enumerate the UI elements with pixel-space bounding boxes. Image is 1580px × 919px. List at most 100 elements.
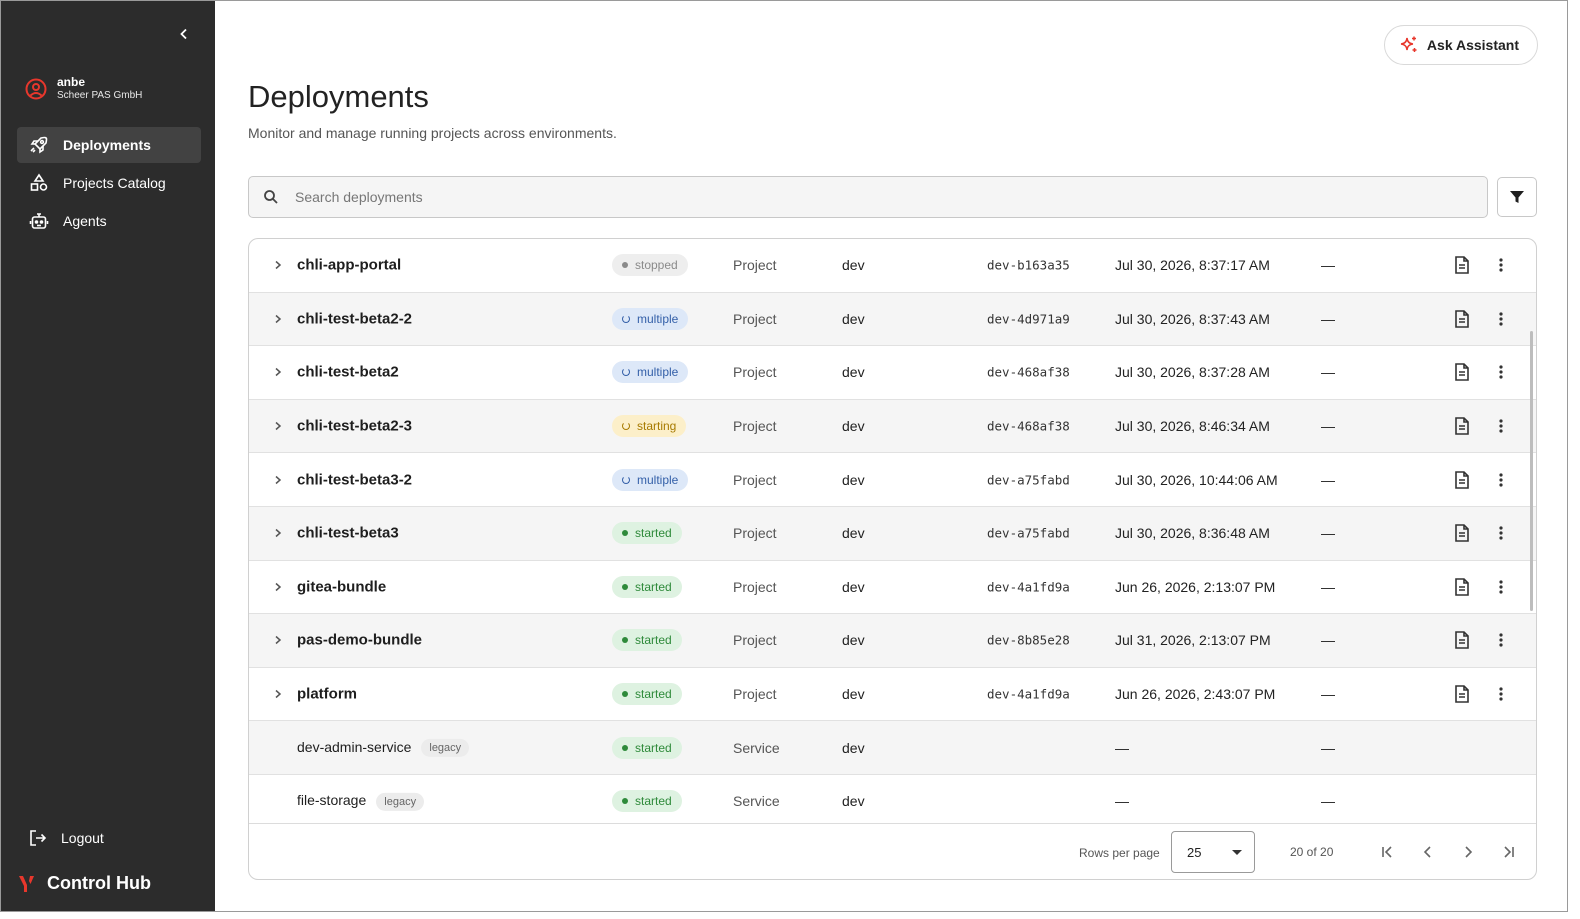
- view-logs-button[interactable]: [1452, 523, 1472, 543]
- expand-row-button[interactable]: [271, 687, 285, 701]
- table-row[interactable]: dev-admin-service legacy started Service dev…: [249, 721, 1536, 775]
- status-dot-icon: [622, 798, 628, 805]
- expand-row-button[interactable]: [271, 633, 285, 647]
- chevron-left-icon: [1423, 846, 1431, 858]
- logout-button[interactable]: Logout: [29, 829, 104, 847]
- ask-assistant-button[interactable]: Ask Assistant: [1383, 25, 1538, 65]
- status-dot-icon: [622, 530, 628, 537]
- status-badge: stopped: [612, 254, 688, 277]
- page-title: Deployments: [248, 79, 429, 114]
- table-row[interactable]: file-storage legacy started Service dev — —: [249, 775, 1536, 823]
- sidebar-item-label: Agents: [63, 213, 107, 229]
- last-page-icon: [1504, 846, 1514, 858]
- expand-row-button[interactable]: [271, 473, 285, 487]
- table-row[interactable]: chli-app-portal stopped Project dev dev-b163…: [249, 239, 1536, 293]
- status-dot-icon: [622, 583, 628, 590]
- collapse-sidebar-button[interactable]: [173, 23, 195, 45]
- status-text: started: [635, 526, 672, 541]
- view-logs-button[interactable]: [1452, 470, 1472, 490]
- user-org: Scheer PAS GmbH: [57, 90, 143, 101]
- chevron-right-icon: [275, 689, 282, 699]
- view-logs-button[interactable]: [1452, 309, 1472, 329]
- view-logs-button[interactable]: [1452, 362, 1472, 382]
- deployment-name[interactable]: chli-app-portal: [297, 257, 401, 274]
- table-row[interactable]: gitea-bundle started Project dev dev-4a1fd9a…: [249, 561, 1536, 615]
- deployment-name-text: chli-test-beta2-3: [297, 417, 413, 435]
- expand-row-button[interactable]: [271, 365, 285, 379]
- table-row[interactable]: chli-test-beta2-3 starting Project dev dev-4…: [249, 399, 1536, 454]
- deployment-name[interactable]: gitea-bundle: [297, 578, 386, 595]
- table-row[interactable]: pas-demo-bundle started Project dev dev-8b85…: [249, 614, 1536, 668]
- expand-row-button[interactable]: [271, 258, 285, 272]
- expand-row-button[interactable]: [271, 419, 285, 433]
- deployment-name[interactable]: file-storage legacy: [297, 792, 425, 811]
- row-actions-button[interactable]: [1493, 364, 1509, 380]
- filter-button[interactable]: [1497, 177, 1537, 217]
- deployment-name[interactable]: chli-test-beta2: [297, 364, 399, 381]
- deployment-name-text: platform: [297, 685, 357, 703]
- next-page-button[interactable]: [1456, 840, 1480, 864]
- user-profile[interactable]: anbe Scheer PAS GmbH: [25, 75, 142, 103]
- row-actions-button[interactable]: [1493, 311, 1509, 327]
- row-actions-button[interactable]: [1493, 686, 1509, 702]
- search-input[interactable]: [295, 189, 1395, 205]
- sidebar-item-deployments[interactable]: Deployments: [17, 127, 201, 163]
- row-actions-button[interactable]: [1493, 632, 1509, 648]
- status-dot-icon: [622, 744, 628, 751]
- deployment-environment: dev: [842, 739, 865, 756]
- status-badge: started: [612, 736, 682, 759]
- chevron-right-icon: [275, 582, 282, 591]
- document-icon: [1455, 470, 1469, 489]
- row-actions-button[interactable]: [1493, 525, 1509, 541]
- deployment-name[interactable]: dev-admin-service legacy: [297, 738, 470, 757]
- deployment-name[interactable]: platform: [297, 686, 357, 703]
- table-row[interactable]: chli-test-beta3-2 multiple Project dev dev-a…: [249, 453, 1536, 507]
- table-row[interactable]: chli-test-beta3 started Project dev dev-a75f…: [249, 506, 1536, 561]
- deployment-environment: dev: [842, 686, 865, 703]
- deployment-version: dev-a75fabd: [987, 525, 1070, 541]
- deployment-type: Project: [733, 686, 777, 703]
- deployment-name[interactable]: chli-test-beta3-2: [297, 471, 412, 488]
- view-logs-button[interactable]: [1452, 416, 1472, 436]
- rows-per-page-value: 25: [1187, 844, 1202, 860]
- sidebar-item-agents[interactable]: Agents: [17, 203, 201, 239]
- status-text: started: [635, 740, 672, 755]
- table-row[interactable]: chli-test-beta2 multiple Project dev dev-468…: [249, 346, 1536, 400]
- document-icon: [1455, 578, 1469, 596]
- view-logs-button[interactable]: [1452, 684, 1472, 704]
- deployment-date: Jun 26, 2026, 2:13:07 PM: [1115, 578, 1276, 595]
- first-page-button[interactable]: [1376, 840, 1400, 864]
- deployment-type: Service: [733, 793, 780, 810]
- prev-page-button[interactable]: [1416, 840, 1440, 864]
- chevron-right-icon: [1465, 846, 1473, 858]
- deployment-name[interactable]: pas-demo-bundle: [297, 632, 422, 649]
- view-logs-button[interactable]: [1452, 255, 1472, 275]
- deployment-extra: —: [1321, 471, 1335, 488]
- robot-icon: [29, 213, 49, 229]
- status-text: started: [635, 579, 672, 594]
- deployment-date: Jun 26, 2026, 2:43:07 PM: [1115, 686, 1276, 703]
- view-logs-button[interactable]: [1452, 630, 1472, 650]
- expand-row-button[interactable]: [271, 580, 285, 594]
- row-actions-button[interactable]: [1493, 257, 1509, 273]
- expand-row-button[interactable]: [271, 526, 285, 540]
- row-actions-button[interactable]: [1493, 579, 1509, 595]
- deployment-extra: —: [1321, 578, 1335, 595]
- table-row[interactable]: chli-test-beta2-2 multiple Project dev dev-4…: [249, 292, 1536, 347]
- brand-logo: Control Hub: [17, 873, 151, 894]
- rows-per-page-select[interactable]: 25: [1171, 831, 1255, 873]
- expand-row-button[interactable]: [271, 312, 285, 326]
- deployment-name[interactable]: chli-test-beta3: [297, 525, 399, 542]
- sidebar-item-projects-catalog[interactable]: Projects Catalog: [17, 165, 201, 201]
- row-actions-button[interactable]: [1493, 418, 1509, 434]
- table-row[interactable]: platform started Project dev dev-4a1fd9a Jun …: [249, 668, 1536, 722]
- deployment-environment: dev: [842, 310, 865, 327]
- row-actions-button[interactable]: [1493, 472, 1509, 488]
- view-logs-button[interactable]: [1452, 577, 1472, 597]
- document-icon: [1455, 363, 1469, 382]
- deployment-name[interactable]: chli-test-beta2-3: [297, 418, 412, 435]
- last-page-button[interactable]: [1496, 840, 1520, 864]
- deployment-environment: dev: [842, 471, 865, 488]
- table-scrollbar[interactable]: [1530, 331, 1533, 611]
- deployment-name[interactable]: chli-test-beta2-2: [297, 310, 412, 327]
